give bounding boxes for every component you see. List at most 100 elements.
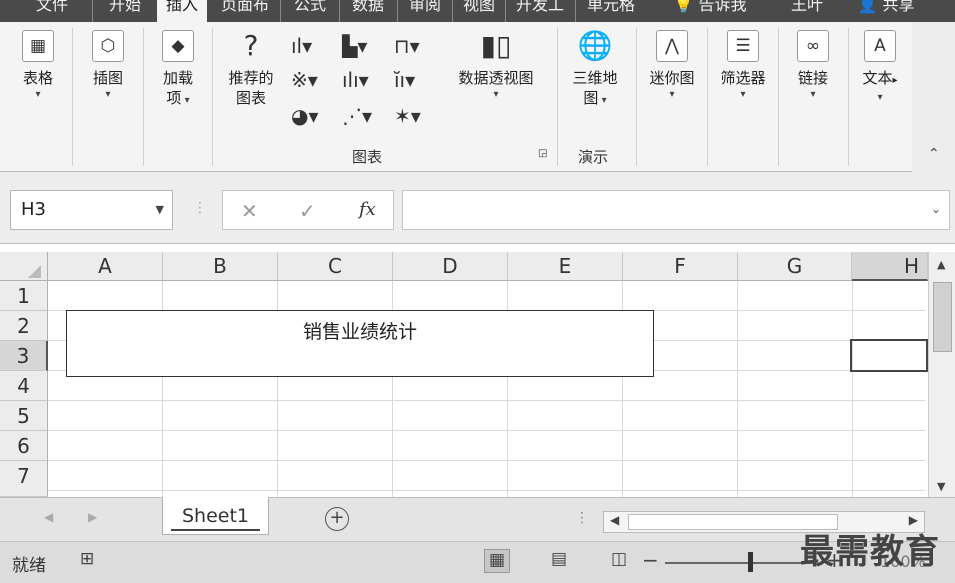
filters-button[interactable]: ☰ 筛选器 ▾ — [711, 30, 775, 102]
radar-chart-icon[interactable]: ✶▾ — [394, 104, 421, 128]
tab-data[interactable]: 数据 — [342, 0, 394, 22]
column-header-a[interactable]: A — [48, 252, 163, 281]
addins-label-line2: 项 ▾ — [150, 88, 206, 108]
select-all-button[interactable] — [0, 252, 48, 281]
zoom-out-icon[interactable]: − — [642, 548, 659, 572]
link-icon: ∞ — [797, 30, 829, 62]
zoom-slider-knob[interactable] — [748, 552, 753, 572]
row-header-4[interactable]: 4 — [0, 371, 48, 401]
drag-handle-icon[interactable]: ⋮ — [575, 510, 589, 526]
insert-function-icon[interactable]: fx — [359, 199, 376, 220]
3d-map-button[interactable]: 🌐 三维地 图 ▾ — [562, 30, 628, 108]
share-button[interactable]: 👤 共享 — [846, 0, 926, 22]
hierarchy-chart-icon[interactable]: ⊓▾ — [394, 34, 420, 58]
tab-formulas[interactable]: 公式 — [284, 0, 336, 22]
scroll-down-icon[interactable]: ▼ — [937, 480, 945, 493]
tab-insert[interactable]: 插入 — [157, 0, 207, 22]
text-button[interactable]: A 文本▸ ▾ — [852, 30, 908, 105]
chevron-down-icon: ▾ — [35, 89, 41, 100]
chevron-up-icon[interactable]: ⌃ — [928, 146, 940, 162]
column-header-g[interactable]: G — [738, 252, 852, 281]
charts-group-label: 图表 — [352, 148, 383, 166]
scroll-up-icon[interactable]: ▲ — [937, 258, 945, 271]
sheet-tab-sheet1[interactable]: Sheet1 — [162, 497, 269, 535]
tell-me-search[interactable]: 💡 告诉我 — [660, 0, 760, 22]
normal-view-icon[interactable]: ▦ — [484, 549, 510, 573]
chevron-down-icon[interactable]: ⌄ — [931, 202, 941, 216]
row-header-1[interactable]: 1 — [0, 281, 48, 311]
row-header-3[interactable]: 3 — [0, 341, 48, 371]
sparklines-button[interactable]: ⋀ 迷你图 ▾ — [640, 30, 704, 102]
column-header-e[interactable]: E — [508, 252, 623, 281]
row-header-5[interactable]: 5 — [0, 401, 48, 431]
watermark-logo: 最需教育 — [800, 532, 940, 572]
worksheet-grid: A B C D E F G H 1 2 3 4 5 6 7 销售业绩统计 ▲ ▼ — [0, 244, 955, 497]
cancel-icon[interactable]: ✕ — [241, 199, 258, 223]
user-name[interactable]: 王叶 — [782, 0, 832, 22]
slicer-icon: ☰ — [727, 30, 759, 62]
pivot-chart-icon: ▮▯ — [480, 29, 512, 62]
statistic-chart-icon[interactable]: ılı▾ — [342, 68, 369, 92]
ribbon-insert: ▦ 表格 ▾ ⬡ 插图 ▾ ◆ 加载 项 ▾ ? 推荐的 图表 ıl▾ ▙▾ ⊓… — [0, 22, 955, 172]
row-header-6[interactable]: 6 — [0, 431, 48, 461]
ribbon-collapse-area: ⌃ — [912, 22, 955, 172]
page-layout-view-icon[interactable]: ▤ — [546, 549, 572, 573]
illustrations-button[interactable]: ⬡ 插图 ▾ — [80, 30, 136, 102]
column-header-b[interactable]: B — [163, 252, 278, 281]
tab-page-layout[interactable]: 页面布 — [212, 0, 278, 22]
scroll-left-icon[interactable]: ◀ — [44, 510, 53, 524]
combo-chart-icon[interactable]: ĭı▾ — [394, 68, 415, 92]
zoom-slider[interactable] — [665, 562, 815, 564]
tab-divider — [339, 0, 340, 22]
ribbon-divider — [707, 28, 708, 166]
tab-cell[interactable]: 单元格 — [578, 0, 644, 22]
text-label-text: 文本 — [862, 69, 893, 87]
chevron-down-icon[interactable]: ▼ — [156, 191, 164, 229]
column-header-h[interactable]: H — [852, 252, 928, 281]
selected-cell-h3[interactable] — [850, 339, 928, 372]
shapes-icon: ⬡ — [92, 30, 124, 62]
table-button[interactable]: ▦ 表格 ▾ — [10, 30, 66, 102]
row-header-7[interactable]: 7 — [0, 461, 48, 497]
name-box[interactable]: H3 ▼ — [10, 190, 173, 230]
chevron-down-icon: ▾ — [877, 92, 883, 103]
column-chart-icon[interactable]: ıl▾ — [291, 34, 312, 58]
links-button[interactable]: ∞ 链接 ▾ — [783, 30, 843, 102]
chevron-down-icon: ▾ — [181, 95, 190, 106]
tab-file[interactable]: 文件 — [22, 0, 82, 22]
tab-developer[interactable]: 开发工 — [508, 0, 572, 22]
scatter-chart-icon[interactable]: ⋰▾ — [342, 104, 372, 128]
text-label: 文本▸ — [852, 68, 908, 91]
enter-icon[interactable]: ✓ — [299, 199, 316, 223]
recommended-charts-button[interactable]: ? 推荐的 图表 — [218, 30, 284, 108]
scrollbar-thumb[interactable] — [933, 282, 952, 352]
macro-record-icon[interactable]: ⊞ — [80, 549, 94, 569]
pivot-chart-label: 数据透视图 — [458, 69, 534, 87]
pivot-chart-button[interactable]: ▮▯ 数据透视图 ▾ — [444, 30, 548, 102]
column-header-d[interactable]: D — [393, 252, 508, 281]
drag-handle-icon[interactable]: ⋮ — [193, 200, 207, 216]
ribbon-divider — [212, 28, 213, 166]
sparkline-icon: ⋀ — [656, 30, 688, 62]
column-header-c[interactable]: C — [278, 252, 393, 281]
page-break-view-icon[interactable]: ◫ — [606, 549, 632, 573]
dialog-launcher-icon[interactable]: ◲ — [538, 148, 547, 159]
tours-group-label: 演示 — [578, 148, 609, 166]
row-header-2[interactable]: 2 — [0, 311, 48, 341]
line-chart-icon[interactable]: ※▾ — [291, 68, 318, 92]
addins-button[interactable]: ◆ 加载 项 ▾ — [150, 30, 206, 108]
column-header-f[interactable]: F — [623, 252, 738, 281]
pie-chart-icon[interactable]: ◕▾ — [291, 104, 319, 128]
tab-home[interactable]: 开始 — [98, 0, 152, 22]
globe-icon: 🌐 — [577, 29, 613, 62]
bar-chart-icon[interactable]: ▙▾ — [342, 34, 367, 58]
tab-view[interactable]: 视图 — [455, 0, 503, 22]
scroll-left-icon[interactable]: ◀ — [610, 513, 619, 527]
add-sheet-icon[interactable]: + — [325, 507, 349, 531]
formula-input[interactable]: ⌄ — [402, 190, 950, 230]
merged-cell-a2-e3[interactable]: 销售业绩统计 — [66, 310, 654, 377]
share-label: 共享 — [882, 0, 915, 14]
vertical-scrollbar[interactable]: ▲ ▼ — [928, 252, 955, 497]
tab-review[interactable]: 审阅 — [400, 0, 450, 22]
scroll-right-icon[interactable]: ▶ — [88, 510, 97, 524]
